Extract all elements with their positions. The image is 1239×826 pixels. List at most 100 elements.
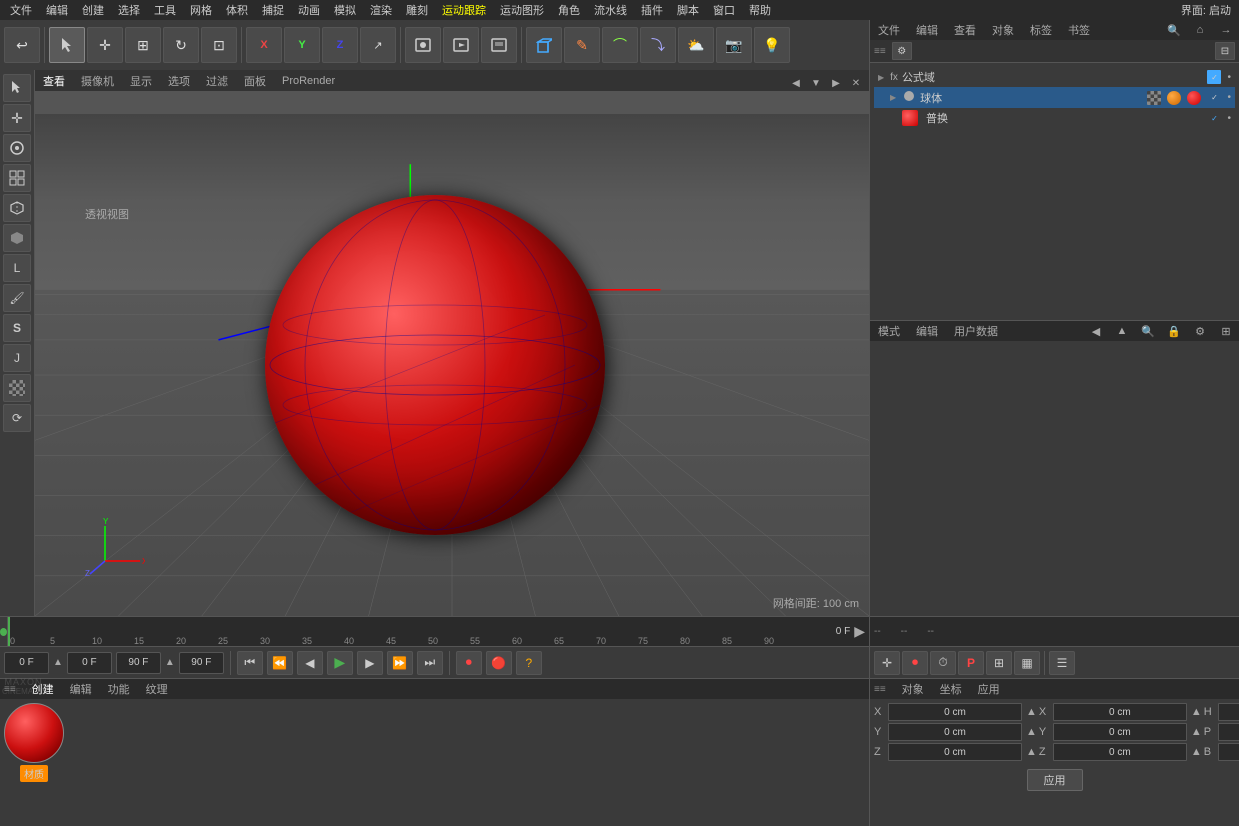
- rp-attr-arrow-left[interactable]: ◀: [1087, 322, 1105, 340]
- rp-search-icon[interactable]: 🔍: [1165, 21, 1183, 39]
- transport-go-end[interactable]: ⏭: [417, 651, 443, 675]
- sidebar-s-btn[interactable]: S: [3, 314, 31, 342]
- bottom-tab-edit[interactable]: 编辑: [66, 680, 96, 698]
- menu-edit[interactable]: 编辑: [40, 1, 74, 19]
- rp-tab-file[interactable]: 文件: [874, 21, 904, 39]
- sidebar-render-btn[interactable]: [3, 134, 31, 162]
- scene-item-material[interactable]: 普换 ✓ •: [874, 108, 1235, 128]
- coords-tab-object[interactable]: 对象: [898, 680, 928, 698]
- coord-x2-spin-up[interactable]: ▲: [1191, 706, 1202, 718]
- material-item[interactable]: 材质: [4, 703, 64, 782]
- menu-tools[interactable]: 工具: [148, 1, 182, 19]
- render-view-btn[interactable]: [405, 27, 441, 63]
- coords-tab-coord[interactable]: 坐标: [936, 680, 966, 698]
- timeline-ruler[interactable]: 0 5 10 15 20 25 30 35 40 45 50 55 60 65 …: [8, 617, 832, 646]
- tr-time-icon[interactable]: ⏱: [930, 651, 956, 675]
- tr-record-icon[interactable]: ⏺: [902, 651, 928, 675]
- vp-nav-down[interactable]: ▼: [807, 74, 825, 92]
- menu-animate[interactable]: 动画: [292, 1, 326, 19]
- undo-btn[interactable]: ↩: [4, 27, 40, 63]
- rp-tab-tag[interactable]: 标签: [1026, 21, 1056, 39]
- transport-go-prev-key[interactable]: ⏪: [267, 651, 293, 675]
- timeline-scroll-btn[interactable]: ▶: [854, 623, 865, 640]
- coord-y-spin-up[interactable]: ▲: [1026, 726, 1037, 738]
- sphere-check[interactable]: ✓: [1207, 91, 1221, 105]
- sidebar-rotate-obj-btn[interactable]: ⟳: [3, 404, 31, 432]
- viewport[interactable]: 透视视图: [35, 92, 869, 616]
- transport-prev-frame[interactable]: ◀: [297, 651, 323, 675]
- rp-home-icon[interactable]: ⌂: [1191, 21, 1209, 39]
- viewport-inner[interactable]: 透视视图: [35, 114, 869, 616]
- menu-plugins[interactable]: 插件: [635, 1, 669, 19]
- coord-x-rot[interactable]: [1053, 703, 1187, 721]
- coord-y-pos[interactable]: [888, 723, 1022, 741]
- coord-y2-spin-up[interactable]: ▲: [1191, 726, 1202, 738]
- transport-record-help[interactable]: ?: [516, 651, 542, 675]
- rp-tab-edit2[interactable]: 编辑: [912, 322, 942, 340]
- scale-tool-btn[interactable]: ⊞: [125, 27, 161, 63]
- rp-tab-edit[interactable]: 编辑: [912, 21, 942, 39]
- vp-tab-panel[interactable]: 面板: [240, 71, 270, 91]
- sidebar-move-btn[interactable]: ✛: [3, 104, 31, 132]
- menu-pipeline[interactable]: 流水线: [588, 1, 633, 19]
- vp-tab-camera[interactable]: 摄像机: [77, 71, 118, 91]
- coord-y-rot[interactable]: [1053, 723, 1187, 741]
- bottom-tab-function[interactable]: 功能: [104, 680, 134, 698]
- tr-grid-icon[interactable]: ⊞: [986, 651, 1012, 675]
- transport-record-all[interactable]: ⏺: [456, 651, 482, 675]
- vp-tab-display[interactable]: 显示: [126, 71, 156, 91]
- transport-go-next-key[interactable]: ⏩: [387, 651, 413, 675]
- transport-current-frame[interactable]: [4, 652, 49, 674]
- vp-nav-arrow-right[interactable]: ▶: [827, 74, 845, 92]
- rp-attr-arrow-up[interactable]: ▲: [1113, 322, 1131, 340]
- transport-next-frame[interactable]: ▶: [357, 651, 383, 675]
- menu-character[interactable]: 角色: [552, 1, 586, 19]
- menu-snap[interactable]: 捕捉: [256, 1, 290, 19]
- coord-x-pos[interactable]: [888, 703, 1022, 721]
- rp-tool-1[interactable]: ⚙: [892, 42, 912, 60]
- camera-btn[interactable]: 📷: [716, 27, 752, 63]
- bottom-tab-texture[interactable]: 纹理: [142, 680, 172, 698]
- rp-tab-userdata[interactable]: 用户数据: [950, 322, 1002, 340]
- transport-frame-2[interactable]: [67, 652, 112, 674]
- rp-tab-mode[interactable]: 模式: [874, 322, 904, 340]
- coord-x-spin-up[interactable]: ▲: [1026, 706, 1037, 718]
- rp-tab-bookmark[interactable]: 书签: [1064, 21, 1094, 39]
- menu-sculpt[interactable]: 雕刻: [400, 1, 434, 19]
- cube-btn[interactable]: [526, 27, 562, 63]
- transform-tool-btn[interactable]: ⊡: [201, 27, 237, 63]
- coord-b[interactable]: [1218, 743, 1239, 761]
- menu-mograph[interactable]: 运动图形: [494, 1, 550, 19]
- vp-nav-arrow-left[interactable]: ◀: [787, 74, 805, 92]
- rp-tab-view[interactable]: 查看: [950, 21, 980, 39]
- coord-z-spin-up[interactable]: ▲: [1026, 746, 1037, 758]
- world-coord-btn[interactable]: ↗: [360, 27, 396, 63]
- menu-script[interactable]: 脚本: [671, 1, 705, 19]
- vp-tab-view[interactable]: 查看: [39, 71, 69, 91]
- formula-check[interactable]: ✓: [1207, 70, 1221, 84]
- material-check[interactable]: ✓: [1207, 111, 1221, 125]
- render-settings-btn[interactable]: [481, 27, 517, 63]
- menu-mesh[interactable]: 网格: [184, 1, 218, 19]
- light-btn[interactable]: 💡: [754, 27, 790, 63]
- sidebar-paint-btn[interactable]: 🖌: [3, 284, 31, 312]
- menu-file[interactable]: 文件: [4, 1, 38, 19]
- coord-x-btn[interactable]: X: [246, 27, 282, 63]
- coord-z2-spin-up[interactable]: ▲: [1191, 746, 1202, 758]
- sphere-object[interactable]: [265, 195, 605, 535]
- coord-h[interactable]: [1218, 703, 1239, 721]
- render-btn[interactable]: [443, 27, 479, 63]
- menu-select[interactable]: 选择: [112, 1, 146, 19]
- coord-z-pos[interactable]: [888, 743, 1022, 761]
- coord-y-btn[interactable]: Y: [284, 27, 320, 63]
- menu-simulate[interactable]: 模拟: [328, 1, 362, 19]
- rp-attr-lock[interactable]: 🔒: [1165, 322, 1183, 340]
- sidebar-hook-btn[interactable]: J: [3, 344, 31, 372]
- tr-move-icon[interactable]: ✛: [874, 651, 900, 675]
- vp-tab-options[interactable]: 选项: [164, 71, 194, 91]
- sidebar-grid-btn[interactable]: [3, 164, 31, 192]
- scene-item-sphere[interactable]: ▶ 球体 ✓ •: [874, 87, 1235, 108]
- transport-end-frame[interactable]: [116, 652, 161, 674]
- move-tool-btn[interactable]: ✛: [87, 27, 123, 63]
- transport-play[interactable]: ▶: [327, 651, 353, 675]
